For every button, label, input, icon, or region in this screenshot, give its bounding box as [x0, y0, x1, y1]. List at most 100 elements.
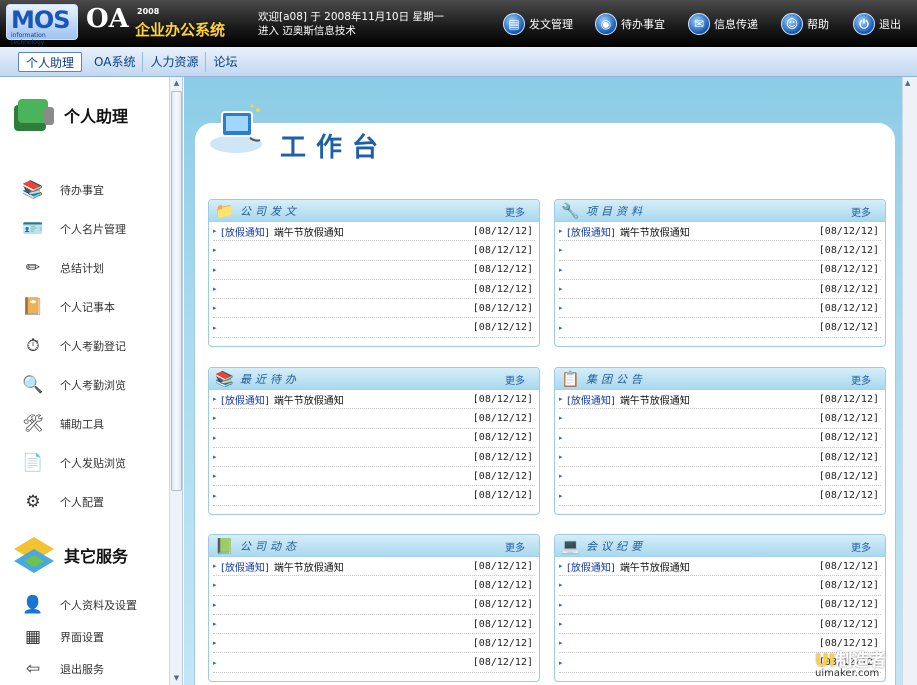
list-item[interactable]: ▸ [08/12/12] — [559, 615, 881, 635]
list-item[interactable]: ▸ [08/12/12] — [213, 653, 535, 673]
list-item[interactable]: ▸ [08/12/12] — [559, 318, 881, 338]
sidebar-item-attendance-browse[interactable]: 🔍 个人考勤浏览 — [18, 370, 168, 400]
card-icon: 🪪 — [22, 219, 44, 239]
list-item[interactable]: ▸ [08/12/12] — [213, 467, 535, 487]
list-item[interactable]: ▸ [08/12/12] — [213, 576, 535, 596]
sidebar-item-label: 个人配置 — [60, 496, 104, 509]
item-tag[interactable]: [放假通知] — [221, 559, 269, 574]
item-tag[interactable]: [放假通知] — [567, 224, 615, 239]
list-item[interactable]: ▸ [放假通知] 端午节放假通知 [08/12/12] — [213, 390, 535, 410]
list-item[interactable]: ▸ [08/12/12] — [559, 261, 881, 280]
item-text[interactable]: 端午节放假通知 — [274, 224, 344, 239]
scroll-down-icon[interactable]: ▼ — [171, 673, 182, 684]
main-scrollbar[interactable]: ▲ — [902, 77, 917, 685]
list-item[interactable]: ▸ [08/12/12] — [213, 409, 535, 429]
list-item[interactable]: ▸ [08/12/12] — [559, 486, 881, 506]
list-item[interactable]: ▸ [08/12/12] — [213, 615, 535, 635]
sidebar-item-tools[interactable]: 🛠 辅助工具 — [18, 409, 168, 439]
watermark-url: uimaker.com — [815, 668, 880, 679]
sidebar-scrollbar[interactable]: ▲ ▼ — [169, 77, 182, 685]
more-link[interactable]: 更多 — [851, 539, 871, 554]
more-link[interactable]: 更多 — [505, 372, 525, 387]
list-item[interactable]: ▸ [08/12/12] — [559, 576, 881, 596]
list-item[interactable]: ▸ [08/12/12] — [559, 467, 881, 487]
list-item[interactable]: ▸ [08/12/12] — [213, 486, 535, 506]
sidebar-item-interface[interactable]: ▦ 界面设置 — [18, 622, 168, 652]
list-item[interactable]: ▸ [放假通知] 端午节放假通知 [08/12/12] — [213, 557, 535, 577]
list-item[interactable]: ▸ [08/12/12] — [213, 318, 535, 338]
item-tag[interactable]: [放假通知] — [567, 559, 615, 574]
more-link[interactable]: 更多 — [851, 204, 871, 219]
sidebar-item-config[interactable]: ⚙ 个人配置 — [18, 487, 168, 517]
list-item[interactable]: ▸ [放假通知] 端午节放假通知 [08/12/12] — [559, 390, 881, 410]
bullet-icon: ▸ — [559, 304, 563, 313]
list-item[interactable]: ▸ [08/12/12] — [213, 429, 535, 448]
sidebar-item-todo[interactable]: 📚 待办事宜 — [18, 175, 168, 205]
profile-icon: 👤 — [22, 595, 44, 615]
sidebar-item-card[interactable]: 🪪 个人名片管理 — [18, 214, 168, 244]
tab-hr[interactable]: 人力资源 — [143, 52, 207, 72]
sidebar-scroll-thumb[interactable] — [171, 91, 182, 491]
list-item[interactable]: ▸ [08/12/12] — [559, 429, 881, 448]
item-text[interactable]: 端午节放假通知 — [620, 559, 690, 574]
list-item[interactable]: ▸ [08/12/12] — [559, 448, 881, 468]
item-text[interactable]: 端午节放假通知 — [274, 559, 344, 574]
list-item[interactable]: ▸ [08/12/12] — [213, 448, 535, 468]
item-tag[interactable]: [放假通知] — [221, 224, 269, 239]
tab-personal-assistant[interactable]: 个人助理 — [18, 52, 83, 72]
panel-list: ▸ [放假通知] 端午节放假通知 [08/12/12] ▸ [08/12/12] ▸ [0… — [555, 222, 885, 338]
document-manage-button[interactable]: ▤ 发文管理 — [503, 12, 573, 36]
list-item[interactable]: ▸ [08/12/12] — [213, 299, 535, 319]
item-date: [08/12/12] — [472, 599, 533, 611]
item-date: [08/12/12] — [472, 470, 533, 482]
item-tag[interactable]: [放假通知] — [567, 392, 615, 407]
item-text[interactable]: 端午节放假通知 — [274, 392, 344, 407]
tab-oa-system[interactable]: OA系统 — [87, 52, 144, 72]
sidebar-item-logout[interactable]: ⇦ 退出服务 — [18, 654, 168, 684]
list-item[interactable]: ▸ [08/12/12] — [559, 299, 881, 319]
scroll-up-icon[interactable]: ▲ — [905, 79, 910, 87]
item-text[interactable]: 端午节放假通知 — [620, 224, 690, 239]
list-item[interactable]: ▸ [放假通知] 端午节放假通知 [08/12/12] — [213, 222, 535, 242]
item-date: [08/12/12] — [818, 470, 879, 482]
item-date: [08/12/12] — [472, 432, 533, 444]
logout-button[interactable]: ⏻ 退出 — [853, 12, 901, 36]
more-link[interactable]: 更多 — [505, 204, 525, 219]
list-item[interactable]: ▸ [放假通知] 端午节放假通知 [08/12/12] — [559, 222, 881, 242]
list-item[interactable]: ▸ [08/12/12] — [213, 241, 535, 261]
sidebar-item-label: 个人考勤登记 — [60, 340, 126, 353]
document-manage-label: 发文管理 — [529, 18, 573, 31]
magnifier-icon: 🔍 — [22, 375, 44, 395]
list-item[interactable]: ▸ [08/12/12] — [559, 241, 881, 261]
list-item[interactable]: ▸ [放假通知] 端午节放假通知 [08/12/12] — [559, 557, 881, 577]
list-item[interactable]: ▸ [08/12/12] — [213, 596, 535, 615]
sidebar-item-profile[interactable]: 👤 个人资料及设置 — [18, 590, 168, 620]
item-tag[interactable]: [放假通知] — [221, 392, 269, 407]
item-text[interactable]: 端午节放假通知 — [620, 392, 690, 407]
panel-header: 🔧 项目资料 更多 — [555, 200, 885, 222]
more-link[interactable]: 更多 — [505, 539, 525, 554]
help-label: 帮助 — [807, 18, 829, 31]
list-item[interactable]: ▸ [08/12/12] — [559, 596, 881, 615]
panel-list: ▸ [放假通知] 端午节放假通知 [08/12/12] ▸ [08/12/12] ▸ [0… — [209, 390, 539, 506]
message-button[interactable]: ✉ 信息传递 — [688, 12, 758, 36]
sidebar-item-posts[interactable]: 📄 个人发贴浏览 — [18, 448, 168, 478]
todo-button[interactable]: ◉ 待办事宜 — [595, 12, 665, 36]
tab-forum[interactable]: 论坛 — [206, 52, 244, 72]
item-date: [08/12/12] — [818, 393, 879, 405]
sidebar-item-attendance-register[interactable]: ⏱ 个人考勤登记 — [18, 331, 168, 361]
help-button[interactable]: ☺ 帮助 — [781, 12, 829, 36]
sidebar-item-plan[interactable]: ✏ 总结计划 — [18, 253, 168, 283]
other-services-icon — [14, 537, 54, 573]
list-item[interactable]: ▸ [08/12/12] — [213, 634, 535, 654]
list-item[interactable]: ▸ [08/12/12] — [213, 280, 535, 300]
sidebar-item-notebook[interactable]: 📔 个人记事本 — [18, 292, 168, 322]
scroll-up-icon[interactable]: ▲ — [171, 78, 182, 89]
list-item[interactable]: ▸ [08/12/12] — [213, 261, 535, 280]
logo-year: 2008 — [137, 7, 160, 16]
books-icon: 📚 — [215, 369, 234, 388]
list-item[interactable]: ▸ [08/12/12] — [559, 409, 881, 429]
list-item[interactable]: ▸ [08/12/12] — [559, 280, 881, 300]
bullet-icon: ▸ — [559, 285, 563, 294]
more-link[interactable]: 更多 — [851, 372, 871, 387]
